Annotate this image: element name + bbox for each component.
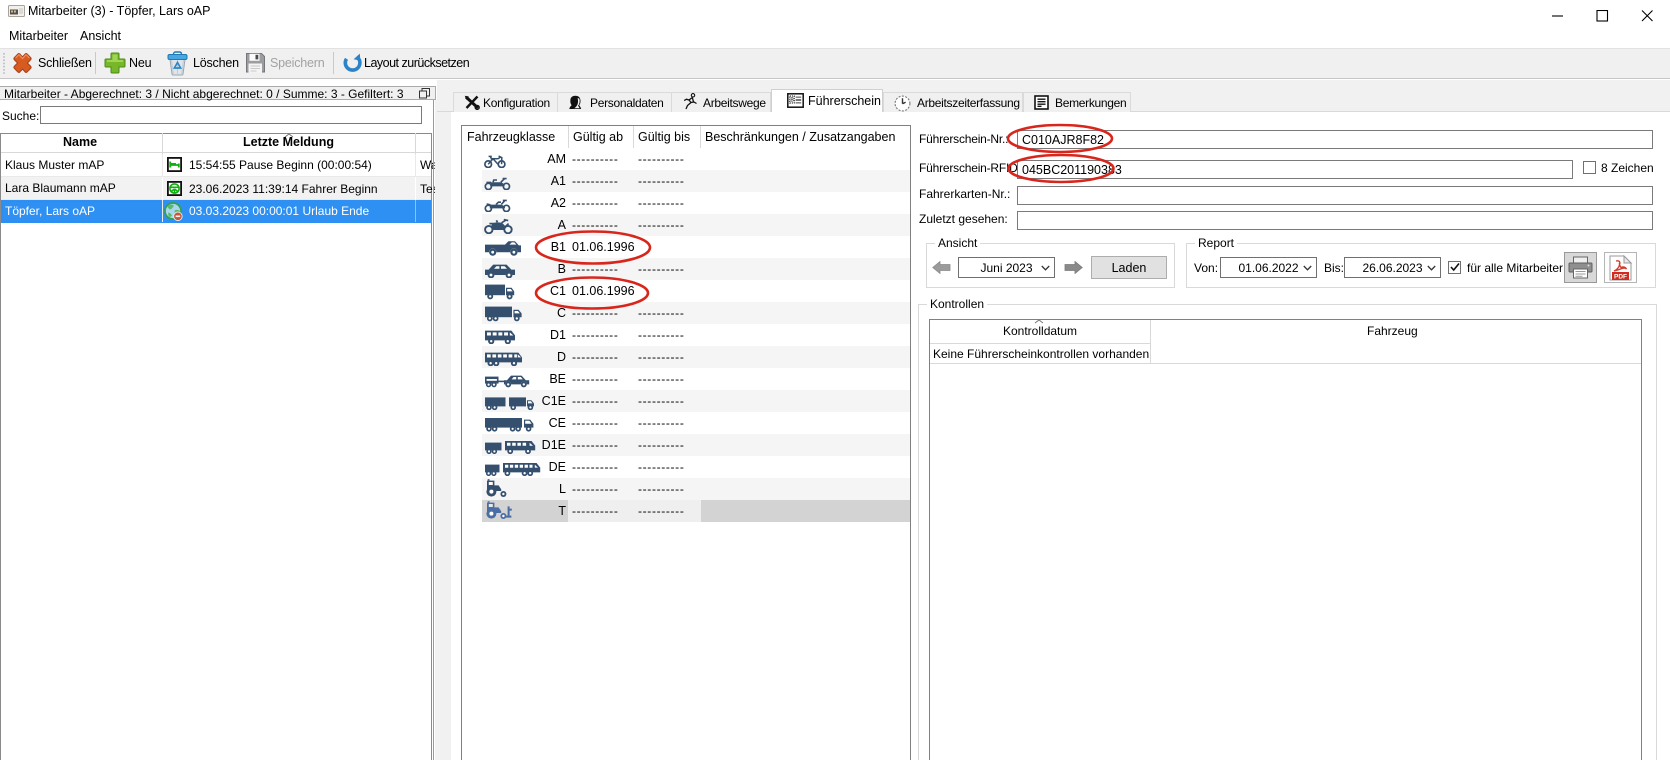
svg-text:PDF: PDF bbox=[1614, 274, 1627, 281]
